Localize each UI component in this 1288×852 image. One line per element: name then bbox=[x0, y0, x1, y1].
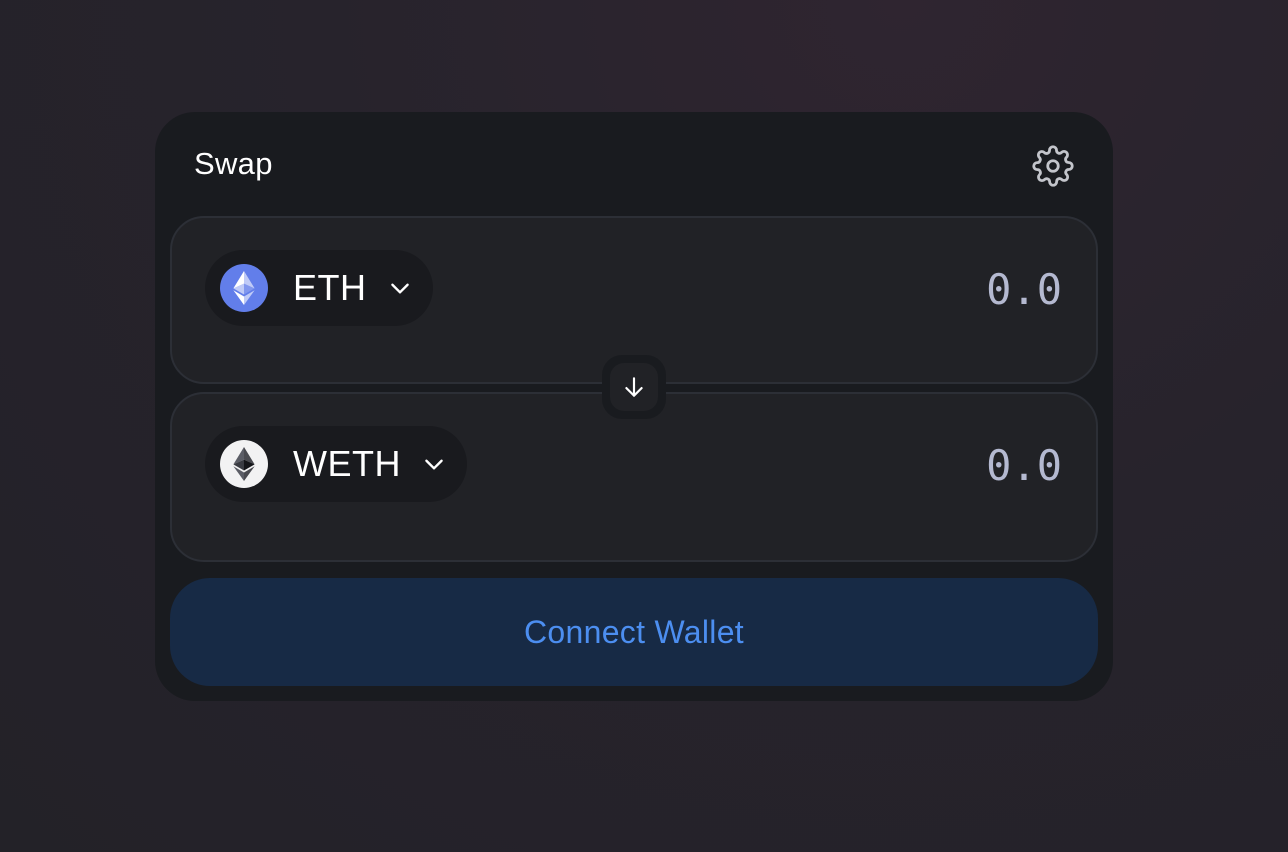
output-token-symbol: WETH bbox=[293, 443, 401, 484]
weth-logo-icon bbox=[220, 440, 268, 488]
switch-tokens-wrapper bbox=[602, 355, 666, 419]
chevron-down-icon bbox=[421, 451, 447, 477]
swap-title: Swap bbox=[194, 146, 273, 181]
connect-wallet-button[interactable]: Connect Wallet bbox=[170, 578, 1098, 686]
settings-button[interactable] bbox=[1031, 144, 1075, 188]
swap-header: Swap bbox=[194, 144, 1075, 187]
output-token-select-button[interactable]: WETH bbox=[205, 426, 467, 502]
switch-tokens-button[interactable] bbox=[610, 363, 658, 411]
gear-icon bbox=[1032, 145, 1074, 187]
input-token-select-button[interactable]: ETH bbox=[205, 250, 433, 326]
input-amount-field[interactable] bbox=[762, 262, 1062, 316]
eth-logo-icon bbox=[220, 264, 268, 312]
arrow-down-icon bbox=[625, 377, 643, 397]
input-token-symbol: ETH bbox=[293, 267, 367, 308]
swap-card: Swap ETH 0.0 WETH 0.0 Connect Wallet bbox=[155, 112, 1113, 701]
output-amount-field[interactable] bbox=[762, 438, 1062, 492]
chevron-down-icon bbox=[387, 275, 413, 301]
